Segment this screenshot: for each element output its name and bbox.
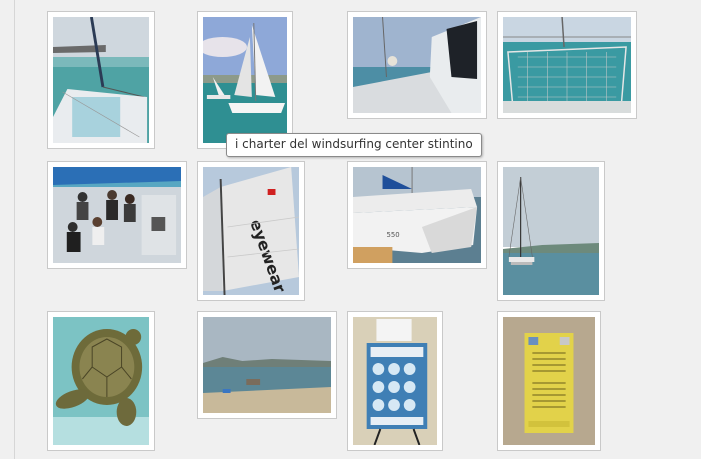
- info-plaque-photo: [503, 317, 595, 445]
- svg-text:550: 550: [386, 231, 399, 239]
- catamaran-sailing-photo: [203, 17, 287, 143]
- image-tooltip: i charter del windsurfing center stintin…: [226, 133, 482, 157]
- thumbnail-info-plaque[interactable]: [497, 311, 601, 451]
- catamaran-hull-deck-photo: [353, 17, 481, 113]
- thumbnail-catamaran-net[interactable]: [497, 11, 637, 119]
- eyewear-sail-photo: eyewear: [203, 167, 299, 295]
- thumbnail-sea-turtle[interactable]: [47, 311, 155, 451]
- thumbnail-catamaran-sailing[interactable]: [197, 11, 293, 149]
- passengers-on-deck-photo: [53, 167, 181, 263]
- thumbnail-catamaran-moored[interactable]: 550: [347, 161, 487, 269]
- thumbnail-passengers-deck[interactable]: [47, 161, 187, 269]
- catamaran-moored-photo: 550: [353, 167, 481, 263]
- coastline-landscape-photo: [203, 317, 331, 413]
- thumbnail-eyewear-sail[interactable]: eyewear: [197, 161, 305, 301]
- sea-turtle-photo: [53, 317, 149, 445]
- catamaran-bow-sea-photo: [53, 17, 149, 143]
- thumbnail-catamaran-bow[interactable]: [47, 11, 155, 149]
- catamaran-at-anchor-photo: [503, 167, 599, 295]
- cesama-poster-photo: [353, 317, 437, 445]
- thumbnail-catamaran-anchor[interactable]: [497, 161, 605, 301]
- thumbnail-coastline[interactable]: [197, 311, 337, 419]
- thumbnail-cesama-poster[interactable]: [347, 311, 443, 451]
- photo-gallery: eyewear 550: [0, 0, 701, 459]
- catamaran-trampoline-net-photo: [503, 17, 631, 113]
- thumbnail-catamaran-hull[interactable]: [347, 11, 487, 119]
